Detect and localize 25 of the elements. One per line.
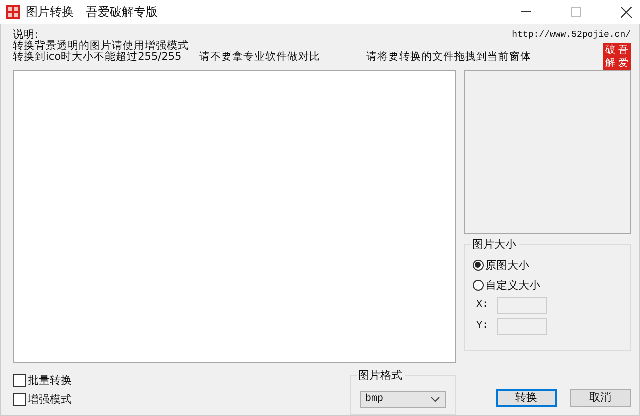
info-text: 转换到ico时大小不能超过255/255 (13, 52, 182, 63)
field-label: Y: (476, 321, 487, 332)
image-drop-area[interactable] (13, 70, 456, 363)
info-text: 请将要转换的文件拖拽到当前窗体 (366, 52, 532, 63)
size-radio[interactable]: 自定义大小 (472, 277, 622, 293)
app-icon (6, 5, 20, 19)
size-radio[interactable]: 原图大小 (472, 257, 622, 273)
group-title: 图片大小 (470, 237, 519, 252)
dialog-button[interactable]: 转换 (496, 389, 557, 407)
close-icon[interactable] (621, 6, 632, 18)
option-checkbox[interactable]: 增强模式 (13, 392, 72, 407)
info-text: 说明: (13, 30, 39, 41)
chevron-icon (430, 396, 440, 402)
info-text: 请不要拿专业软件做对比 (200, 52, 321, 63)
info-text: 转换背景透明的图片请使用增强模式 (13, 41, 190, 52)
format-dropdown[interactable]: bmp (360, 391, 446, 408)
window-title: 图片转换 (26, 4, 74, 20)
window-subtitle: 吾爱破解专版 (86, 4, 158, 20)
option-checkbox[interactable]: 批量转换 (13, 373, 72, 388)
maximize-icon[interactable] (571, 7, 581, 17)
group-title: 图片格式 (356, 368, 405, 383)
dialog-button[interactable]: 取消 (570, 389, 631, 407)
website-link[interactable]: http://www.52pojie.cn/ (512, 30, 631, 41)
logo: 破 吾 解 爱 (603, 43, 631, 71)
field-label: X: (476, 300, 487, 311)
